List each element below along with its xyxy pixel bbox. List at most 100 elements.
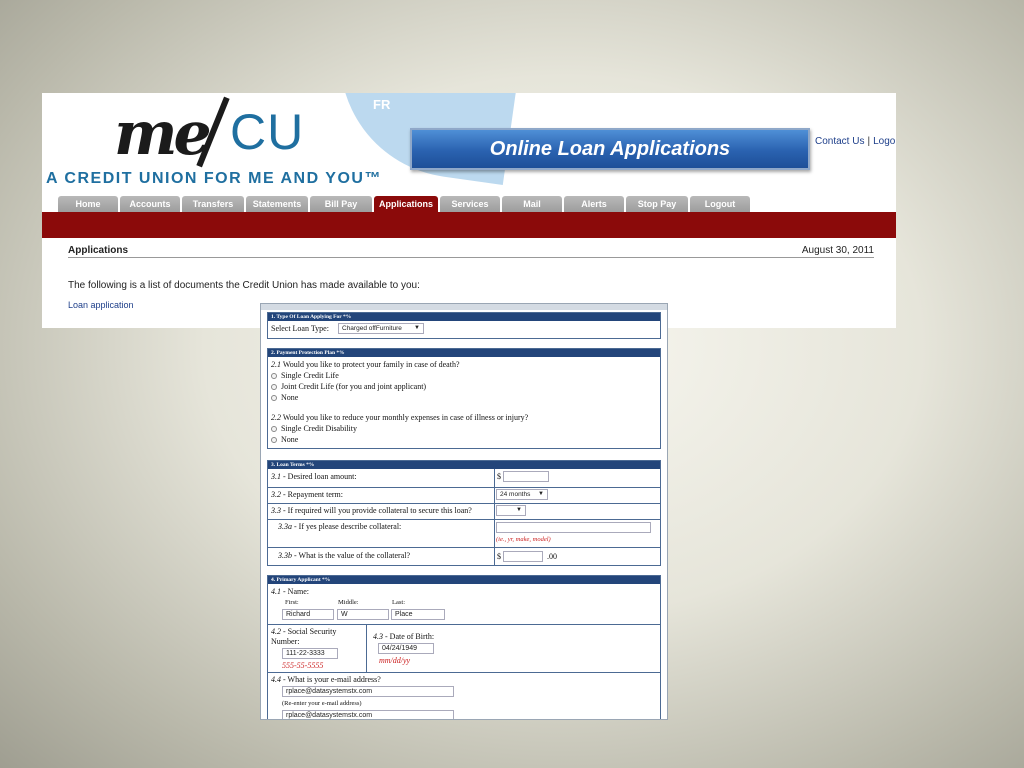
page-title-banner: Online Loan Applications xyxy=(410,128,810,170)
ssn-label: 4.2 - Social Security xyxy=(271,627,336,636)
column-divider xyxy=(366,624,367,672)
first-name-label: First: xyxy=(285,599,299,606)
nav-tab-statements[interactable]: Statements xyxy=(246,196,308,212)
top-links: Contact Us|Logout xyxy=(815,136,896,147)
row-divider xyxy=(268,519,660,520)
row-3-3b-text: - What is the value of the collateral? xyxy=(294,551,411,560)
dob-hint: mm/dd/yy xyxy=(379,656,411,665)
loan-type-value: Charged offFurniture xyxy=(342,325,402,332)
logo-me: me xyxy=(114,99,212,169)
row-3-2-label: 3.2 - Repayment term: xyxy=(271,490,343,499)
row-3-3-text: - If required will you provide collatera… xyxy=(283,506,472,515)
reenter-email-label: (Re-enter your e-mail address) xyxy=(282,700,362,707)
collateral-hint: (ie., yr, make, model) xyxy=(496,536,551,543)
row-divider xyxy=(268,672,660,673)
radio-icon[interactable] xyxy=(271,395,277,401)
row-3-3a-text: - If yes please describe collateral: xyxy=(294,522,402,531)
option-none-disability[interactable]: None xyxy=(271,435,298,444)
first-name-input[interactable]: Richard xyxy=(282,609,334,620)
question-2-2: 2.2 Would you like to reduce your monthl… xyxy=(271,413,528,422)
email-label: 4.4 - What is your e-mail address? xyxy=(271,675,381,684)
collateral-value-input[interactable] xyxy=(503,551,543,562)
row-3-2-text: - Repayment term: xyxy=(283,490,343,499)
option-single-credit-disability[interactable]: Single Credit Disability xyxy=(271,424,357,433)
repayment-term-value: 24 months xyxy=(500,491,531,498)
section-1-header: 1. Type Of Loan Applying For *% xyxy=(268,313,660,321)
loan-type-label: Select Loan Type: xyxy=(271,324,329,333)
swoosh-text: FR xyxy=(373,97,391,112)
email-number: 4.4 xyxy=(271,675,281,684)
option-label: Single Credit Life xyxy=(281,371,339,380)
row-3-1-text: - Desired loan amount: xyxy=(283,472,357,481)
ssn-number: 4.2 xyxy=(271,627,281,636)
question-2-1-number: 2.1 xyxy=(271,360,281,369)
option-label: Joint Credit Life (for you and joint app… xyxy=(281,382,427,391)
row-divider xyxy=(268,503,660,504)
section-loan-terms: 3. Loan Terms *% 3.1 - Desired loan amou… xyxy=(267,460,661,566)
name-label: 4.1 - Name: xyxy=(271,587,309,596)
nav-tab-accounts[interactable]: Accounts xyxy=(120,196,180,212)
middle-name-input[interactable]: W xyxy=(337,609,389,620)
radio-icon[interactable] xyxy=(271,437,277,443)
ssn-input[interactable]: 111-22-3333 xyxy=(282,648,338,659)
collateral-select[interactable]: ▼ xyxy=(496,505,526,516)
nav-tab-applications[interactable]: Applications xyxy=(374,196,438,212)
name-text: - Name: xyxy=(283,587,309,596)
dob-input[interactable]: 04/24/1949 xyxy=(378,643,434,654)
option-joint-credit-life[interactable]: Joint Credit Life (for you and joint app… xyxy=(271,382,426,391)
row-divider xyxy=(268,624,660,625)
chevron-down-icon: ▼ xyxy=(414,325,420,331)
loan-type-select[interactable]: Charged offFurniture ▼ xyxy=(338,323,424,334)
row-3-3a-number: 3.3a xyxy=(278,522,292,531)
loan-amount-input[interactable] xyxy=(503,471,549,482)
question-2-1: 2.1 Would you like to protect your famil… xyxy=(271,360,460,369)
nav-tab-home[interactable]: Home xyxy=(58,196,118,212)
reenter-email-input[interactable]: rplace@datasystemstx.com xyxy=(282,710,454,719)
nav-tab-mail[interactable]: Mail xyxy=(502,196,562,212)
collateral-value-prefix: $ xyxy=(497,552,501,561)
email-text: - What is your e-mail address? xyxy=(283,675,381,684)
loan-amount-prefix: $ xyxy=(497,472,501,481)
applications-date: August 30, 2011 xyxy=(801,245,874,256)
row-3-3b-number: 3.3b xyxy=(278,551,292,560)
section-loan-type: 1. Type Of Loan Applying For *% Select L… xyxy=(267,312,661,339)
option-single-credit-life[interactable]: Single Credit Life xyxy=(271,371,339,380)
row-3-3-number: 3.3 xyxy=(271,506,281,515)
row-3-3-label: 3.3 - If required will you provide colla… xyxy=(271,506,472,515)
applications-heading: Applications xyxy=(68,245,129,256)
option-label: Single Credit Disability xyxy=(281,424,357,433)
collateral-description-input[interactable] xyxy=(496,522,651,533)
nav-tab-services[interactable]: Services xyxy=(440,196,500,212)
online-banking-screenshot: FR me CU A CREDIT UNION FOR ME AND YOU™ … xyxy=(42,93,896,328)
ssn-label-line2: Number: xyxy=(271,637,300,646)
nav-tab-bill-pay[interactable]: Bill Pay xyxy=(310,196,372,212)
name-number: 4.1 xyxy=(271,587,281,596)
nav-tab-logout[interactable]: Logout xyxy=(690,196,750,212)
middle-name-label: Middle: xyxy=(338,599,359,606)
logo-tagline: A CREDIT UNION FOR ME AND YOU™ xyxy=(46,170,382,187)
nav-tab-alerts[interactable]: Alerts xyxy=(564,196,624,212)
row-3-3a-label: 3.3a - If yes please describe collateral… xyxy=(278,522,401,531)
loan-application-link[interactable]: Loan application xyxy=(68,300,134,310)
row-divider xyxy=(268,487,660,488)
option-label: None xyxy=(281,393,299,402)
row-3-3b-label: 3.3b - What is the value of the collater… xyxy=(278,551,410,560)
main-nav: Home Accounts Transfers Statements Bill … xyxy=(58,196,750,212)
contact-us-link[interactable]: Contact Us xyxy=(815,136,864,147)
section-payment-protection: 2. Payment Protection Plan *% 2.1 Would … xyxy=(267,348,661,449)
last-name-input[interactable]: Place xyxy=(391,609,445,620)
nav-red-bar xyxy=(42,212,896,238)
link-separator: | xyxy=(867,136,871,147)
section-primary-applicant: 4. Primary Applicant *% 4.1 - Name: Firs… xyxy=(267,575,661,719)
radio-icon[interactable] xyxy=(271,373,277,379)
radio-icon[interactable] xyxy=(271,426,277,432)
email-input[interactable]: rplace@datasystemstx.com xyxy=(282,686,454,697)
row-divider xyxy=(268,547,660,548)
column-divider xyxy=(494,469,495,566)
repayment-term-select[interactable]: 24 months ▼ xyxy=(496,489,548,500)
nav-tab-transfers[interactable]: Transfers xyxy=(182,196,244,212)
radio-icon[interactable] xyxy=(271,384,277,390)
nav-tab-stop-pay[interactable]: Stop Pay xyxy=(626,196,688,212)
logout-link[interactable]: Logout xyxy=(873,136,896,147)
option-none-life[interactable]: None xyxy=(271,393,298,402)
